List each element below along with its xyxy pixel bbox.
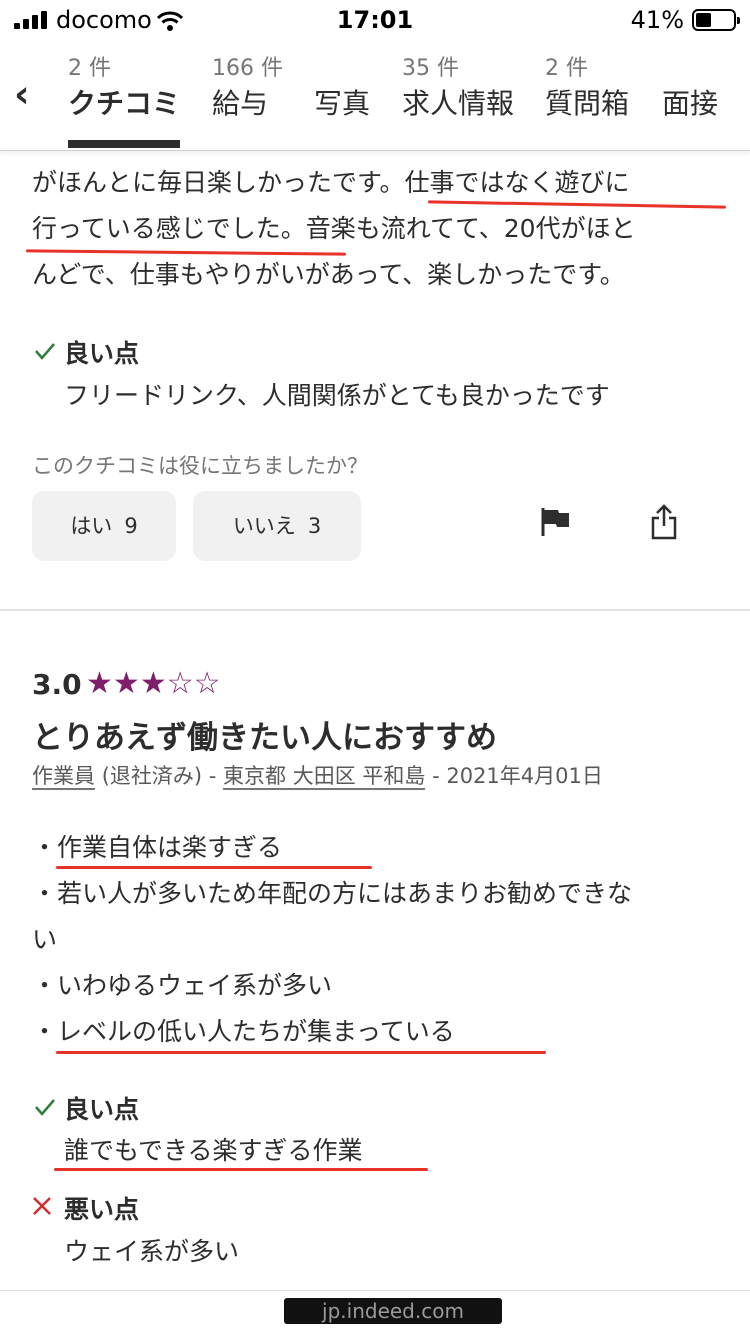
job-title-link[interactable]: 作業員 (32, 764, 95, 790)
separator: - (432, 764, 440, 788)
review-line: ・いわゆるウェイ系が多い (32, 971, 333, 1000)
rating-value: 3.0 (32, 668, 82, 701)
check-icon (35, 343, 55, 360)
pros-heading: 良い点 (64, 339, 140, 368)
tab-photos[interactable]: 写真 (314, 54, 370, 124)
review-body: ・作業自体は楽すぎる ・若い人が多いため年配の方にはあまりお勧めできな い ・い… (32, 825, 632, 1055)
review-line: ・レベルの低い人たちが集まっている (32, 1017, 455, 1046)
review-line: い (32, 925, 58, 954)
star-filled-icon: ★ (112, 666, 140, 701)
active-tab-indicator (68, 140, 180, 148)
pros-text: 誰でもできる楽すぎる作業 (64, 1136, 363, 1165)
tab-jobs[interactable]: 35 件 求人情報 (402, 54, 514, 124)
share-icon[interactable] (650, 504, 678, 540)
review-divider (0, 609, 750, 611)
yes-count: 9 (124, 514, 138, 538)
tab-count: 2 件 (545, 56, 588, 81)
star-rating: ★★★☆☆ (86, 666, 221, 701)
check-icon (35, 1099, 55, 1116)
review-line: んどで、仕事もやりがいがあって、楽しかったです。 (32, 260, 625, 289)
review-line: ・作業自体は楽すぎる (32, 833, 283, 862)
tab-interview[interactable]: 面接 (662, 54, 718, 124)
back-chevron-icon[interactable]: ‹ (14, 74, 44, 114)
url-label[interactable]: jp.indeed.com (284, 1298, 502, 1324)
star-empty-icon: ☆ (166, 666, 194, 701)
review-body: がほんとに毎日楽しかったです。仕事ではなく遊びに 行っている感じでした。音楽も流… (32, 160, 636, 298)
status-bar: docomo 17:01 41% (0, 0, 750, 40)
annotation-underline (54, 1168, 428, 1171)
tab-count: 2 件 (68, 56, 111, 81)
no-count: 3 (307, 514, 322, 538)
review-meta: 作業員 (退社済み) - 東京都 大田区 平和島 - 2021年4月01日 (32, 760, 603, 790)
cons-heading: 悪い点 (64, 1195, 140, 1224)
location-link[interactable]: 東京都 大田区 平和島 (223, 764, 426, 790)
tab-label: 写真 (314, 87, 371, 120)
battery-percent: 41% (630, 6, 684, 34)
tab-label: 求人情報 (402, 87, 515, 120)
helpful-yes-button[interactable]: はい 9 (32, 491, 176, 561)
tab-reviews[interactable]: 2 件 クチコミ (68, 54, 180, 124)
star-filled-icon: ★ (139, 666, 167, 701)
tab-label: 質問箱 (545, 87, 630, 120)
review-line: 行っている感じでした。音楽も流れてて、20代がほと (32, 214, 636, 243)
tab-label: 面接 (662, 87, 719, 120)
tab-count: 166 件 (212, 56, 283, 81)
cross-icon (33, 1197, 51, 1215)
tab-salary[interactable]: 166 件 給与 (212, 54, 283, 124)
helpful-question: このクチコミは役に立ちましたか？ (32, 454, 368, 478)
no-label: いいえ (232, 514, 296, 538)
tab-count (314, 54, 370, 84)
pros-heading: 良い点 (64, 1095, 140, 1124)
tab-count (662, 54, 718, 84)
annotation-underline (56, 866, 372, 869)
review-title: とりあえず働きたい人におすすめ (32, 720, 497, 756)
star-empty-icon: ☆ (193, 666, 221, 701)
battery-icon (692, 9, 740, 31)
review-tab-bar: ‹ 2 件 クチコミ 166 件 給与 写真 35 件 求人情報 2 件 質問箱… (0, 40, 750, 151)
review-line: ・若い人が多いため年配の方にはあまりお勧めできな (32, 879, 633, 908)
review-line: がほんとに毎日楽しかったです。仕事ではなく遊びに (32, 168, 630, 197)
employment-status: (退社済み) (101, 764, 203, 788)
star-filled-icon: ★ (86, 666, 113, 701)
cons-text: ウェイ系が多い (64, 1237, 240, 1266)
flag-icon[interactable] (540, 507, 572, 537)
annotation-underline (56, 1051, 546, 1054)
tab-count: 35 件 (402, 56, 459, 81)
separator: - (208, 764, 217, 788)
yes-label: はい (70, 514, 113, 538)
helpful-no-button[interactable]: いいえ 3 (193, 491, 361, 561)
pros-text: フリードリンク、人間関係がとても良かったです (64, 381, 610, 410)
tab-label: クチコミ (68, 87, 181, 120)
tab-label: 給与 (212, 87, 269, 120)
tab-questions[interactable]: 2 件 質問箱 (545, 54, 629, 124)
review-date: 2021年4月01日 (446, 764, 603, 788)
